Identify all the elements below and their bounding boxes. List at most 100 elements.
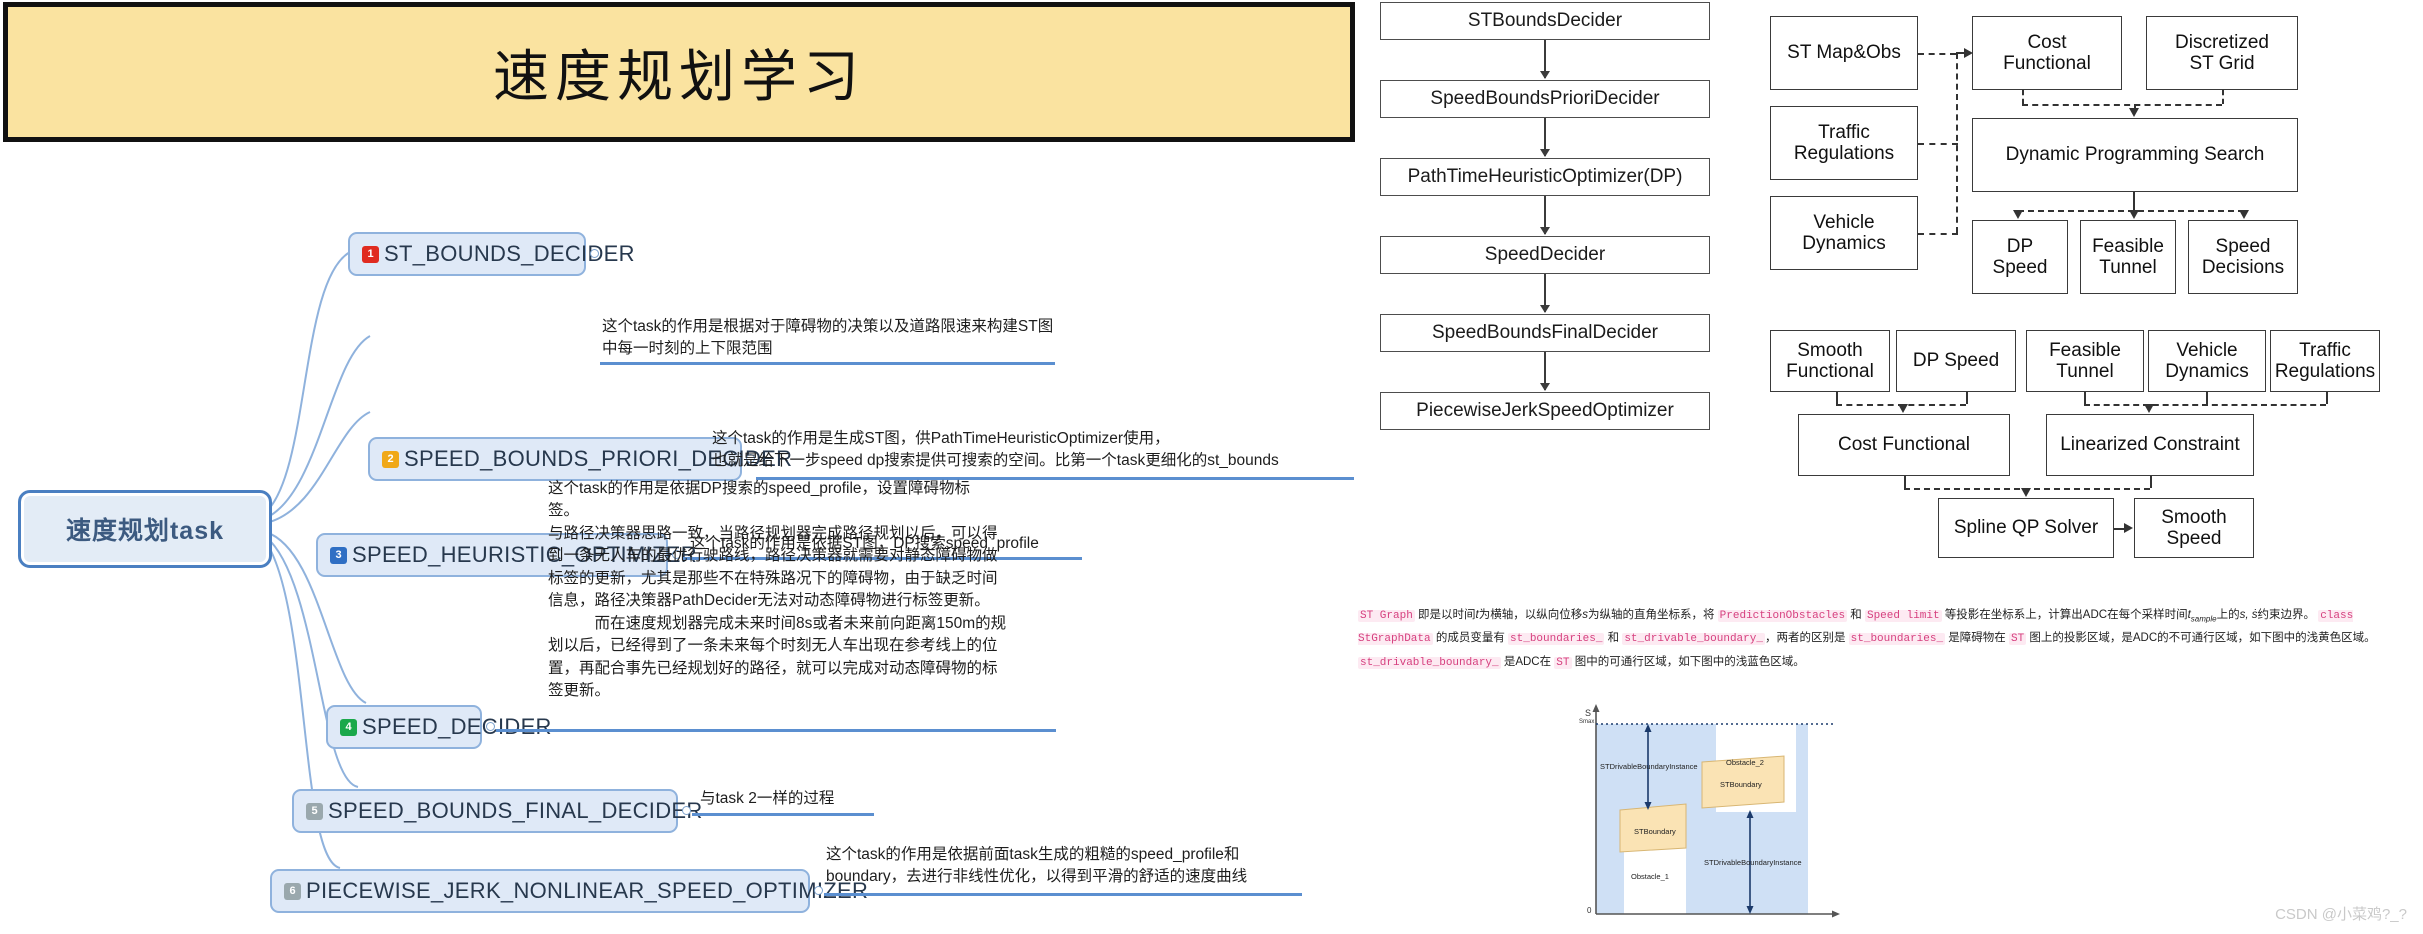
dp-conn-search-down <box>2133 192 2135 210</box>
annotation-5: 与task 2一样的过程 <box>700 790 835 807</box>
node-badge-3: 3 <box>330 546 347 564</box>
st-graph-drivable-label-1: STDrivableBoundaryInstance <box>1600 762 1698 771</box>
qp-arrow-cost-in <box>1898 404 1908 413</box>
code-para-segment: s, ṡ <box>2239 609 2258 621</box>
st-graph-boundary-label-2: STBoundary <box>1720 780 1762 789</box>
node-label-4: SPEED_DECIDER <box>362 714 552 739</box>
dp-cost-functional[interactable]: Cost Functional <box>1972 16 2122 90</box>
code-para-segment: 上的 <box>2216 609 2240 621</box>
dp-conn-vehicle <box>1918 233 1958 235</box>
flow-box-speed-decider[interactable]: SpeedDecider <box>1380 236 1710 274</box>
watermark: CSDN @小菜鸡?_? <box>2275 906 2407 923</box>
dp-output-dp-speed[interactable]: DP Speed <box>1972 220 2068 294</box>
node-connector-dot-6[interactable] <box>814 886 823 895</box>
qp-spline-qp-solver[interactable]: Spline QP Solver <box>1938 498 2114 558</box>
code-para-segment: 的成员变量有 <box>1432 632 1509 645</box>
st-graph-obstacle-2-label: Obstacle_2 <box>1726 758 1764 767</box>
st-graph-boundary-label-1: STBoundary <box>1634 827 1676 836</box>
node-badge-1: 1 <box>362 245 379 263</box>
st-graph-y-axis-label: S <box>1585 708 1592 718</box>
st-graph-y-zero-label: 0 <box>1587 906 1592 915</box>
code-para-segment: 为横轴，以纵向位移 <box>1478 609 1583 621</box>
code-para-segment: st_boundaries_ <box>1848 633 1946 646</box>
page-title: 速度规划学习 <box>493 46 865 109</box>
dp-output-feasible-tunnel[interactable]: Feasible Tunnel <box>2080 220 2176 294</box>
dp-conn-grid-down <box>2222 90 2224 104</box>
code-para-segment: st_drivable_boundary_ <box>1358 656 1501 669</box>
st-graph-description: ST Graph 即是以时间t为横轴，以纵向位移s为纵轴的直角坐标系，将 Pre… <box>1358 604 2408 674</box>
code-para-segment: Speed limit <box>1864 610 1942 622</box>
qp-vehicle-dynamics[interactable]: Vehicle Dynamics <box>2148 330 2266 392</box>
mindmap-root-label: 速度规划task <box>65 517 225 545</box>
qp-arrow-lin-in <box>2144 404 2154 413</box>
code-para-segment: ，两者的区别是 <box>1764 632 1849 645</box>
qp-linearized-constraint[interactable]: Linearized Constraint <box>2046 414 2254 476</box>
qp-smooth-speed[interactable]: Smooth Speed <box>2134 498 2254 558</box>
dp-input-traffic-regulations[interactable]: Traffic Regulations <box>1770 106 1918 180</box>
node-connector-dot-1[interactable] <box>590 249 599 258</box>
st-graph-figure: S Smax 0 STDrivableBoundaryInstance STDr… <box>1578 700 1938 928</box>
flow-box-speed-bounds-final-decider[interactable]: SpeedBoundsFinalDecider <box>1380 314 1710 352</box>
annotation-1: 这个task的作用是根据对于障碍物的决策以及道路限速来构建ST图 中每一时刻的上… <box>602 318 1054 358</box>
st-graph-y-max-label: Smax <box>1579 719 1595 725</box>
annotation-rule-1 <box>600 362 1055 365</box>
flow-box-speed-bounds-priori-decider[interactable]: SpeedBoundsPrioriDecider <box>1380 80 1710 118</box>
code-para-segment: 图上的投影区域，是ADC的不可通行区域，如下图中的浅黄色区域。 <box>2026 632 2376 645</box>
node-connector-dot-5[interactable] <box>682 806 691 815</box>
node-badge-6: 6 <box>284 882 301 900</box>
mindmap-root-node[interactable]: 速度规划task <box>18 490 272 568</box>
code-para-segment: 即是以时间 <box>1414 609 1476 621</box>
qp-conn-b3 <box>2326 392 2328 404</box>
qp-smooth-functional[interactable]: Smooth Functional <box>1770 330 1890 392</box>
flow-box-piecewise-jerk-speed-optimizer[interactable]: PiecewiseJerkSpeedOptimizer <box>1380 392 1710 430</box>
code-para-segment: 约束边界。 <box>2257 609 2319 621</box>
flow-arrow-5 <box>1540 352 1550 391</box>
qp-feasible-tunnel[interactable]: Feasible Tunnel <box>2026 330 2144 392</box>
code-para-segment: 图中的可通行区域，如下图中的浅蓝色区域。 <box>1571 655 1805 668</box>
node-badge-4: 4 <box>340 718 357 736</box>
qp-conn-a2 <box>1966 392 1968 404</box>
qp-solver-diagram: Smooth Functional DP Speed Feasible Tunn… <box>1770 330 2380 560</box>
qp-cost-functional[interactable]: Cost Functional <box>1798 414 2010 476</box>
mindmap-node-speed-bounds-priori-decider[interactable]: 2 SPEED_BOUNDS_PRIORI_DECIDER <box>368 437 792 481</box>
node-badge-2: 2 <box>382 450 399 468</box>
annotation-rule-6 <box>824 893 1302 896</box>
qp-traffic-regulations[interactable]: Traffic Regulations <box>2270 330 2380 392</box>
annotation-2: 这个task的作用是生成ST图，供PathTimeHeuristicOptimi… <box>712 430 1279 470</box>
mindmap: 速度规划task 1 ST_BOUNDS_DECIDER 这个task的作用是根… <box>0 140 1360 934</box>
dp-input-vehicle-dynamics[interactable]: Vehicle Dynamics <box>1770 196 1918 270</box>
qp-conn-b2 <box>2206 392 2208 404</box>
code-para-segment: PredictionObstacles <box>1717 610 1848 622</box>
flow-column: STBoundsDecider SpeedBoundsPrioriDecider… <box>1380 0 1710 460</box>
code-para-segment: 为纵轴的直角坐标系，将 <box>1587 609 1718 621</box>
mindmap-node-piecewise-jerk-nonlinear-speed-optimizer[interactable]: 6 PIECEWISE_JERK_NONLINEAR_SPEED_OPTIMIZ… <box>270 869 868 913</box>
mindmap-node-st-bounds-decider[interactable]: 1 ST_BOUNDS_DECIDER <box>348 232 635 276</box>
code-para-segment: 和 <box>1847 609 1865 621</box>
code-para-segment: ST <box>1554 656 1572 669</box>
dp-arrow-search-in <box>2129 108 2139 117</box>
qp-dp-speed[interactable]: DP Speed <box>1896 330 2016 392</box>
node-badge-5: 5 <box>306 802 323 820</box>
dp-search-box[interactable]: Dynamic Programming Search <box>1972 118 2298 192</box>
header-banner: 速度规划学习 <box>3 2 1355 142</box>
annotation-6: 这个task的作用是依据前面task生成的粗糙的speed_profile和 b… <box>826 846 1248 886</box>
dp-input-st-map-obs[interactable]: ST Map&Obs <box>1770 16 1918 90</box>
flow-box-st-bounds-decider[interactable]: STBoundsDecider <box>1380 2 1710 40</box>
dp-conn-cost-grid <box>2022 104 2222 106</box>
code-para-segment: st_boundaries_ <box>1508 633 1605 646</box>
code-para-segment: sample <box>2190 614 2217 624</box>
mindmap-node-speed-bounds-final-decider[interactable]: 5 SPEED_BOUNDS_FINAL_DECIDER <box>292 789 702 833</box>
flow-box-path-time-heuristic-optimizer[interactable]: PathTimeHeuristicOptimizer(DP) <box>1380 158 1710 196</box>
code-para-segment: 和 <box>1604 632 1623 645</box>
dp-discretized-st-grid[interactable]: Discretized ST Grid <box>2146 16 2298 90</box>
flow-arrow-3 <box>1540 196 1550 235</box>
qp-conn-c2 <box>2150 476 2152 488</box>
node-connector-dot-4[interactable] <box>486 722 495 731</box>
dp-arrow-out-2 <box>2129 210 2139 219</box>
st-graph-drivable-label-2: STDrivableBoundaryInstance <box>1704 858 1802 867</box>
mindmap-node-speed-decider[interactable]: 4 SPEED_DECIDER <box>326 705 551 749</box>
annotation-rule-4 <box>496 729 1056 732</box>
dp-output-speed-decisions[interactable]: Speed Decisions <box>2188 220 2298 294</box>
flow-arrow-4 <box>1540 274 1550 313</box>
qp-conn-b1 <box>2084 392 2086 404</box>
